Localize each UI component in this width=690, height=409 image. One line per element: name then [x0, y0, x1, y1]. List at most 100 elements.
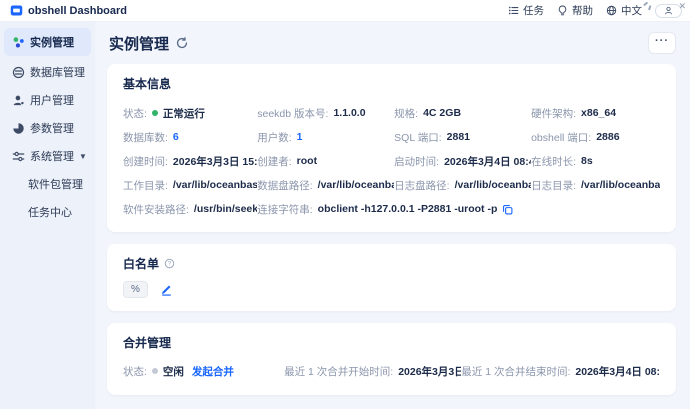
- sidebar-item[interactable]: 用户管理: [0, 86, 95, 114]
- person-icon: [664, 2, 673, 20]
- app-title: obshell Dashboard: [28, 5, 127, 17]
- field-value: 空闲: [163, 364, 184, 379]
- help-circle-icon[interactable]: ?: [164, 258, 175, 269]
- field-label: 硬件架构:: [531, 106, 576, 121]
- field-value: root: [297, 155, 317, 167]
- field-label: 最近 1 次合并结束时间:: [461, 364, 570, 379]
- field-label: 创建者:: [257, 154, 291, 169]
- field-value: 2026年3月4日 08:44:44: [444, 154, 531, 169]
- corner-x-decoration: ✕: [678, 1, 686, 12]
- globe-icon: [606, 5, 617, 16]
- info-field: 工作目录:/var/lib/oceanbase: [123, 178, 257, 193]
- merge-last-end-field: 最近 1 次合并结束时间: 2026年3月4日 08:34:07: [461, 364, 660, 379]
- field-label: 在线时长:: [531, 154, 576, 169]
- sparkle-decoration: [648, 5, 651, 10]
- info-row: 数据库数:6用户数: 1 SQL 端口: 2881 obshell 端口: 2886: [123, 125, 660, 149]
- sidebar-item-label: 任务中心: [28, 204, 72, 220]
- info-field: 硬件架构: x86_64: [531, 106, 660, 121]
- field-label: 连接字符串:: [257, 202, 312, 217]
- info-field: seekdb 版本号:1.1.0.0: [257, 106, 394, 121]
- language-switch[interactable]: 中文: [606, 3, 642, 18]
- tasks-menu[interactable]: 任务: [508, 3, 544, 18]
- system-icon: [12, 150, 25, 163]
- sidebar-item[interactable]: 实例管理: [4, 28, 91, 56]
- info-field: 用户数: 1: [257, 130, 394, 145]
- help-label: 帮助: [572, 3, 593, 18]
- user-icon: [12, 94, 25, 107]
- info-row: 创建时间: 2026年3月3日 15:25:41创建者: root 启动时间:2026…: [123, 149, 660, 173]
- sidebar-item-label: 数据库管理: [30, 64, 85, 80]
- help-menu[interactable]: 帮助: [557, 3, 593, 18]
- sidebar-item[interactable]: 系统管理 ▼: [0, 142, 95, 170]
- info-field: 数据库数:6: [123, 130, 257, 145]
- basic-info-grid: 状态:正常运行seekdb 版本号:1.1.0.0规格: 4C 2GB 硬件架构: x…: [123, 101, 660, 221]
- info-field: obshell 端口: 2886: [531, 130, 660, 145]
- field-label: obshell 端口:: [531, 130, 591, 145]
- sidebar-item[interactable]: 任务中心: [0, 198, 95, 226]
- sidebar-item-label: 软件包管理: [28, 176, 83, 192]
- sparkle-decoration: [643, 2, 648, 6]
- field-value: 2881: [447, 131, 470, 143]
- database-icon: [12, 66, 25, 79]
- sidebar-item-label: 参数管理: [30, 120, 74, 136]
- info-field: SQL 端口: 2881: [394, 130, 531, 145]
- status-dot-icon: [152, 110, 158, 116]
- field-value: 2886: [596, 131, 619, 143]
- refresh-icon[interactable]: [176, 37, 188, 49]
- info-field: 连接字符串:obclient -h127.0.0.1 -P2881 -uroot…: [257, 202, 660, 217]
- whitelist-tag: %: [123, 281, 148, 298]
- field-value: 2026年3月3日 16:54:35: [398, 364, 461, 379]
- more-actions-button[interactable]: ···: [648, 32, 676, 54]
- chevron-down-icon: ▼: [79, 152, 87, 161]
- field-label: 用户数:: [257, 130, 291, 145]
- field-label: SQL 端口:: [394, 130, 441, 145]
- basic-info-card-title: 基本信息: [123, 75, 171, 92]
- sidebar-nav: 实例管理数据库管理用户管理参数管理系统管理 ▼ 软件包管理任务中心: [0, 22, 95, 409]
- obshell-logo-icon: [10, 4, 23, 17]
- info-field: 软件安装路径: /usr/bin/seekdb: [123, 202, 257, 217]
- field-label: 创建时间:: [123, 154, 168, 169]
- main-content: 实例管理 ··· 基本信息 状态:正常运行seekdb 版本号:1.1.0.0规…: [95, 22, 690, 409]
- copy-icon[interactable]: [502, 204, 513, 215]
- initiate-merge-link[interactable]: 发起合并: [192, 364, 234, 379]
- field-label: 软件安装路径:: [123, 202, 189, 217]
- field-label: 最近 1 次合并开始时间:: [284, 364, 393, 379]
- sidebar-item-label: 用户管理: [30, 92, 74, 108]
- merge-last-start-field: 最近 1 次合并开始时间: 2026年3月3日 16:54:35: [284, 364, 461, 379]
- info-field: 状态:正常运行: [123, 106, 257, 121]
- sidebar-item-label: 实例管理: [30, 34, 74, 50]
- field-value: /var/lib/oceanbase/log: [581, 179, 660, 191]
- field-value: /usr/bin/seekdb: [194, 203, 257, 215]
- field-label: 规格:: [394, 106, 418, 121]
- merge-card-title: 合并管理: [123, 334, 171, 351]
- field-value[interactable]: 1: [297, 131, 303, 143]
- info-row: 工作目录:/var/lib/oceanbase数据盘路径:/var/lib/oc…: [123, 173, 660, 197]
- sidebar-item[interactable]: 软件包管理: [0, 170, 95, 198]
- status-dot-icon: [152, 368, 158, 374]
- language-label: 中文: [621, 3, 642, 18]
- cluster-icon: [12, 36, 25, 49]
- field-value: x86_64: [581, 107, 616, 119]
- sidebar-item[interactable]: 参数管理: [0, 114, 95, 142]
- field-label: 日志目录:: [531, 178, 576, 193]
- info-field: 日志盘路径: /var/lib/oceanbase/...: [394, 178, 531, 193]
- field-value: 2026年3月3日 15:25:41: [173, 154, 257, 169]
- field-value: 4C 2GB: [423, 107, 461, 119]
- info-field: 创建时间: 2026年3月3日 15:25:41: [123, 154, 257, 169]
- merge-status-field: 状态: 空闲 发起合并: [123, 364, 284, 379]
- field-value: 8s: [581, 155, 593, 167]
- whitelist-card-title: 白名单: [123, 255, 159, 272]
- field-value[interactable]: 6: [173, 131, 179, 143]
- field-value: /var/lib/oceanbase/...: [318, 179, 395, 191]
- task-list-icon: [508, 5, 519, 16]
- top-header: obshell Dashboard 任务 帮助 中文 ✕: [0, 0, 690, 22]
- info-row: 软件安装路径: /usr/bin/seekdb连接字符串:obclient -h1…: [123, 197, 660, 221]
- field-label: seekdb 版本号:: [257, 106, 328, 121]
- sidebar-item-label: 系统管理: [30, 148, 74, 164]
- field-value: /var/lib/oceanbase/...: [455, 179, 532, 191]
- field-label: 日志盘路径:: [394, 178, 449, 193]
- info-field: 日志目录: /var/lib/oceanbase/log: [531, 178, 660, 193]
- edit-pencil-icon[interactable]: [160, 283, 173, 296]
- sidebar-item[interactable]: 数据库管理: [0, 58, 95, 86]
- info-field: 启动时间:2026年3月4日 08:44:44: [394, 154, 531, 169]
